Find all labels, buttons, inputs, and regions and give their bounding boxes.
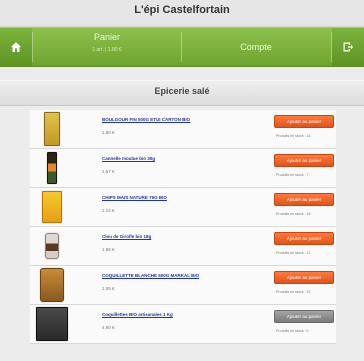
stock-text: Produits en stock : 0 xyxy=(276,329,309,333)
product-row: CHIPS MAIS NATURE 75G BIO 1.14 € Ajouter… xyxy=(30,188,336,227)
account-button[interactable]: Compte xyxy=(181,28,331,66)
product-name-link[interactable]: CHIPS MAIS NATURE 75G BIO xyxy=(102,195,167,200)
product-price: 4.90 € xyxy=(102,325,115,330)
add-to-cart-button[interactable]: Ajouter au panier xyxy=(274,232,334,245)
product-name-link[interactable]: Cannelle moulue bio 30g xyxy=(102,156,155,161)
shop-title: L'épi Castelfortain xyxy=(134,4,230,16)
product-row: COQUILLETTE BLANCHE 500G MARKAL BIO 1.55… xyxy=(30,266,336,305)
product-image[interactable] xyxy=(32,306,72,342)
cart-label: Panier xyxy=(93,32,120,42)
product-image[interactable] xyxy=(32,189,72,225)
product-name-link[interactable]: BOULGOUR FIN 500G ETUI CARTON BIO xyxy=(102,117,190,122)
cart-button[interactable]: Panier 1 art. | 1.80 € xyxy=(33,28,181,66)
product-row: Clou de Girofle bio 18g 1.56 € Ajouter a… xyxy=(30,227,336,266)
add-to-cart-button[interactable]: Ajouter au panier xyxy=(274,193,334,206)
cart-summary: 1 art. | 1.80 € xyxy=(92,47,122,53)
product-price: 1.55 € xyxy=(102,286,115,291)
product-image[interactable] xyxy=(32,228,72,264)
add-to-cart-button[interactable]: Ajouter au panier xyxy=(274,115,334,128)
stock-text: Produits en stock : 14 xyxy=(276,134,311,138)
add-to-cart-button[interactable]: Ajouter au panier xyxy=(274,271,334,284)
product-image[interactable] xyxy=(32,267,72,303)
product-name-link[interactable]: COQUILLETTE BLANCHE 500G MARKAL BIO xyxy=(102,273,199,278)
logout-button[interactable] xyxy=(332,28,364,66)
product-row: Coquillettes BIO artisanales 1 Kg 4.90 €… xyxy=(30,305,336,344)
product-image[interactable] xyxy=(32,111,72,147)
category-title: Epicerie salé xyxy=(154,86,210,96)
category-header: Epicerie salé xyxy=(0,80,364,106)
add-to-cart-button[interactable]: Ajouter au panier xyxy=(274,310,334,323)
product-image[interactable] xyxy=(32,150,72,186)
product-row: Cannelle moulue bio 30g 1.67 € Ajouter a… xyxy=(30,149,336,188)
stock-text: Produits en stock : 7 xyxy=(276,173,309,177)
product-price: 1.67 € xyxy=(102,169,115,174)
product-price: 1.56 € xyxy=(102,247,115,252)
stock-text: Produits en stock : 15 xyxy=(276,290,311,294)
product-name-link[interactable]: Clou de Girofle bio 18g xyxy=(102,234,151,239)
product-price: 1.80 € xyxy=(102,130,115,135)
home-button[interactable] xyxy=(0,28,32,66)
stock-text: Produits en stock : 12 xyxy=(276,251,311,255)
title-bar: L'épi Castelfortain xyxy=(0,0,364,27)
stock-text: Produits en stock : 18 xyxy=(276,212,311,216)
main-navbar: Panier 1 art. | 1.80 € Compte xyxy=(0,27,364,67)
logout-icon xyxy=(343,42,353,52)
product-price: 1.14 € xyxy=(102,208,115,213)
home-icon xyxy=(11,42,21,52)
product-row: BOULGOUR FIN 500G ETUI CARTON BIO 1.80 €… xyxy=(30,110,336,149)
add-to-cart-button[interactable]: Ajouter au panier xyxy=(274,154,334,167)
product-name-link[interactable]: Coquillettes BIO artisanales 1 Kg xyxy=(102,312,173,317)
